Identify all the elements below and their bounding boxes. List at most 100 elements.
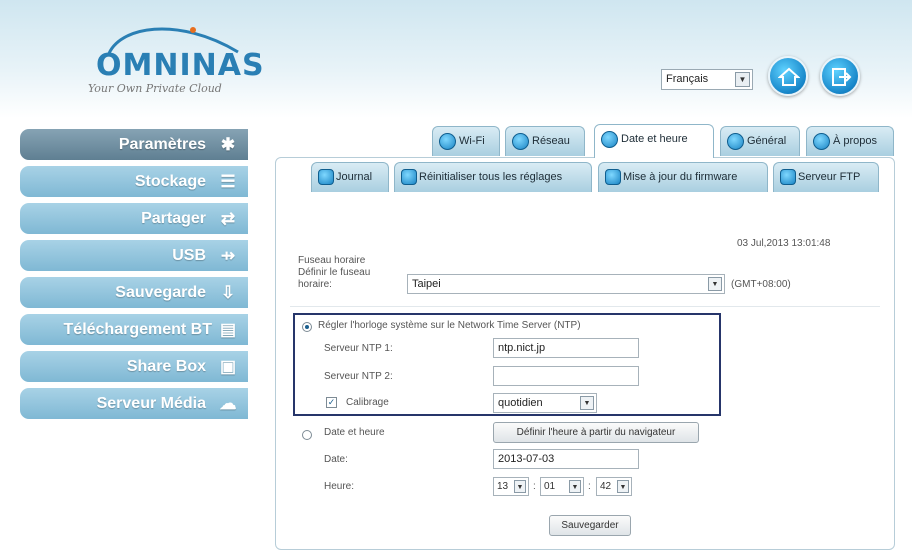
sidebar-item-partager[interactable]: Partager ⇄ <box>20 203 248 234</box>
sidebar-item-telechargement-bt[interactable]: Téléchargement BT ▤ <box>20 314 248 345</box>
current-datetime: 03 Jul,2013 13:01:48 <box>737 238 831 249</box>
network-icon <box>512 133 529 150</box>
subtab-mise-a-jour-firmware[interactable]: Mise à jour du firmware <box>598 162 768 192</box>
sidebar-item-label: USB <box>172 247 206 264</box>
date-input[interactable]: 2013-07-03 <box>493 449 639 469</box>
sidebar-item-label: Sauvegarde <box>115 284 206 301</box>
chevron-down-icon: ▼ <box>514 480 526 493</box>
brand-tagline: Your Own Private Cloud <box>88 82 222 95</box>
set-from-browser-button[interactable]: Définir l'heure à partir du navigateur <box>493 422 699 443</box>
ntp1-value: ntp.nict.jp <box>498 342 546 354</box>
subtab-label: Réinitialiser tous les réglages <box>419 171 563 183</box>
info-icon <box>813 133 830 150</box>
home-icon <box>778 67 800 86</box>
tab-label: Réseau <box>532 135 570 147</box>
media-server-icon: ☁ <box>219 394 237 413</box>
subtab-label: Journal <box>336 171 373 183</box>
sharebox-icon: ▣ <box>219 357 237 376</box>
sidebar-item-sauvegarde[interactable]: Sauvegarde ⇩ <box>20 277 248 308</box>
backup-icon: ⇩ <box>220 283 236 302</box>
timezone-label-line2: horaire: <box>298 279 332 290</box>
language-select[interactable]: Français ▼ <box>661 69 753 90</box>
bt-download-icon: ▤ <box>219 320 237 339</box>
wifi-icon <box>439 133 456 150</box>
sidebar-item-parametres[interactable]: Paramètres ✱ <box>20 129 248 160</box>
language-value: Français <box>666 73 709 85</box>
usb-icon: ⇸ <box>220 246 236 265</box>
sidebar-item-label: Téléchargement BT <box>63 321 212 338</box>
manual-datetime-label: Date et heure <box>324 427 385 438</box>
sidebar-item-label: Partager <box>141 210 206 227</box>
minute-value: 01 <box>544 481 556 492</box>
ntp1-input[interactable]: ntp.nict.jp <box>493 338 639 358</box>
chevron-down-icon: ▼ <box>569 480 581 493</box>
tab-label: Général <box>747 135 787 147</box>
time-label: Heure: <box>324 481 355 492</box>
logout-icon <box>832 68 852 86</box>
hour-value: 13 <box>497 481 509 492</box>
minute-select[interactable]: 01 ▼ <box>540 477 584 496</box>
timezone-section-title: Fuseau horaire <box>298 255 366 266</box>
ntp-radio[interactable] <box>302 322 312 332</box>
brand-logo: OMNINAS Your Own Private Cloud <box>78 22 268 95</box>
share-icon: ⇄ <box>220 209 236 228</box>
logout-button[interactable] <box>820 56 860 96</box>
subtab-reinitialiser[interactable]: Réinitialiser tous les réglages <box>394 162 592 192</box>
time-separator: : <box>533 481 536 492</box>
timezone-value: Taipei <box>412 278 441 290</box>
tab-wifi[interactable]: Wi-Fi <box>432 126 500 156</box>
sidebar-item-label: Share Box <box>126 358 206 375</box>
manual-datetime-radio[interactable] <box>302 430 312 440</box>
timezone-select[interactable]: Taipei ▼ <box>407 274 725 294</box>
ntp-option-label: Régler l'horloge système sur le Network … <box>318 320 581 331</box>
calibration-checkbox[interactable]: ✓ <box>326 397 337 408</box>
date-value: 2013-07-03 <box>498 453 555 465</box>
sidebar-item-label: Serveur Média <box>96 395 206 412</box>
ntp2-input[interactable] <box>493 366 639 386</box>
chevron-down-icon: ▼ <box>617 480 629 493</box>
chevron-down-icon: ▼ <box>580 396 594 410</box>
reset-icon <box>401 169 417 185</box>
tab-general[interactable]: Général <box>720 126 800 156</box>
sidebar-item-serveur-media[interactable]: Serveur Média ☁ <box>20 388 248 419</box>
storage-icon: ☰ <box>220 172 236 191</box>
calibration-select[interactable]: quotidien ▼ <box>493 393 597 413</box>
tab-label: À propos <box>833 135 878 147</box>
subtab-journal[interactable]: Journal <box>311 162 389 192</box>
tab-a-propos[interactable]: À propos <box>806 126 894 156</box>
ntp2-label: Serveur NTP 2: <box>324 371 393 382</box>
sidebar-item-label: Stockage <box>134 173 206 190</box>
tab-reseau[interactable]: Réseau <box>505 126 585 156</box>
second-value: 42 <box>600 481 612 492</box>
subtab-label: Mise à jour du firmware <box>623 171 738 183</box>
sidebar-item-label: Paramètres <box>118 136 206 153</box>
calibration-label: Calibrage <box>346 397 389 408</box>
section-divider <box>290 306 880 307</box>
subtab-serveur-ftp[interactable]: Serveur FTP <box>773 162 879 192</box>
save-button[interactable]: Sauvegarder <box>549 515 631 536</box>
tab-label: Date et heure <box>621 133 688 145</box>
timezone-label-line1: Définir le fuseau <box>298 267 371 278</box>
date-label: Date: <box>324 454 348 465</box>
ntp1-label: Serveur NTP 1: <box>324 343 393 354</box>
firmware-icon <box>605 169 621 185</box>
chevron-down-icon: ▼ <box>735 72 750 87</box>
sidebar-item-share-box[interactable]: Share Box ▣ <box>20 351 248 382</box>
ftp-icon <box>780 169 796 185</box>
brand-name: OMNINAS <box>96 48 265 83</box>
clock-icon <box>601 131 618 148</box>
settings-icon: ✱ <box>220 135 236 154</box>
journal-icon <box>318 169 334 185</box>
sidebar-item-stockage[interactable]: Stockage ☰ <box>20 166 248 197</box>
calibration-value: quotidien <box>498 397 543 409</box>
time-separator: : <box>588 481 591 492</box>
hour-select[interactable]: 13 ▼ <box>493 477 529 496</box>
subtab-label: Serveur FTP <box>798 171 861 183</box>
chevron-down-icon: ▼ <box>708 277 722 291</box>
tab-date-et-heure[interactable]: Date et heure <box>594 124 714 158</box>
second-select[interactable]: 42 ▼ <box>596 477 632 496</box>
timezone-offset: (GMT+08:00) <box>731 279 791 290</box>
tab-label: Wi-Fi <box>459 135 485 147</box>
sidebar-item-usb[interactable]: USB ⇸ <box>20 240 248 271</box>
home-button[interactable] <box>768 56 808 96</box>
